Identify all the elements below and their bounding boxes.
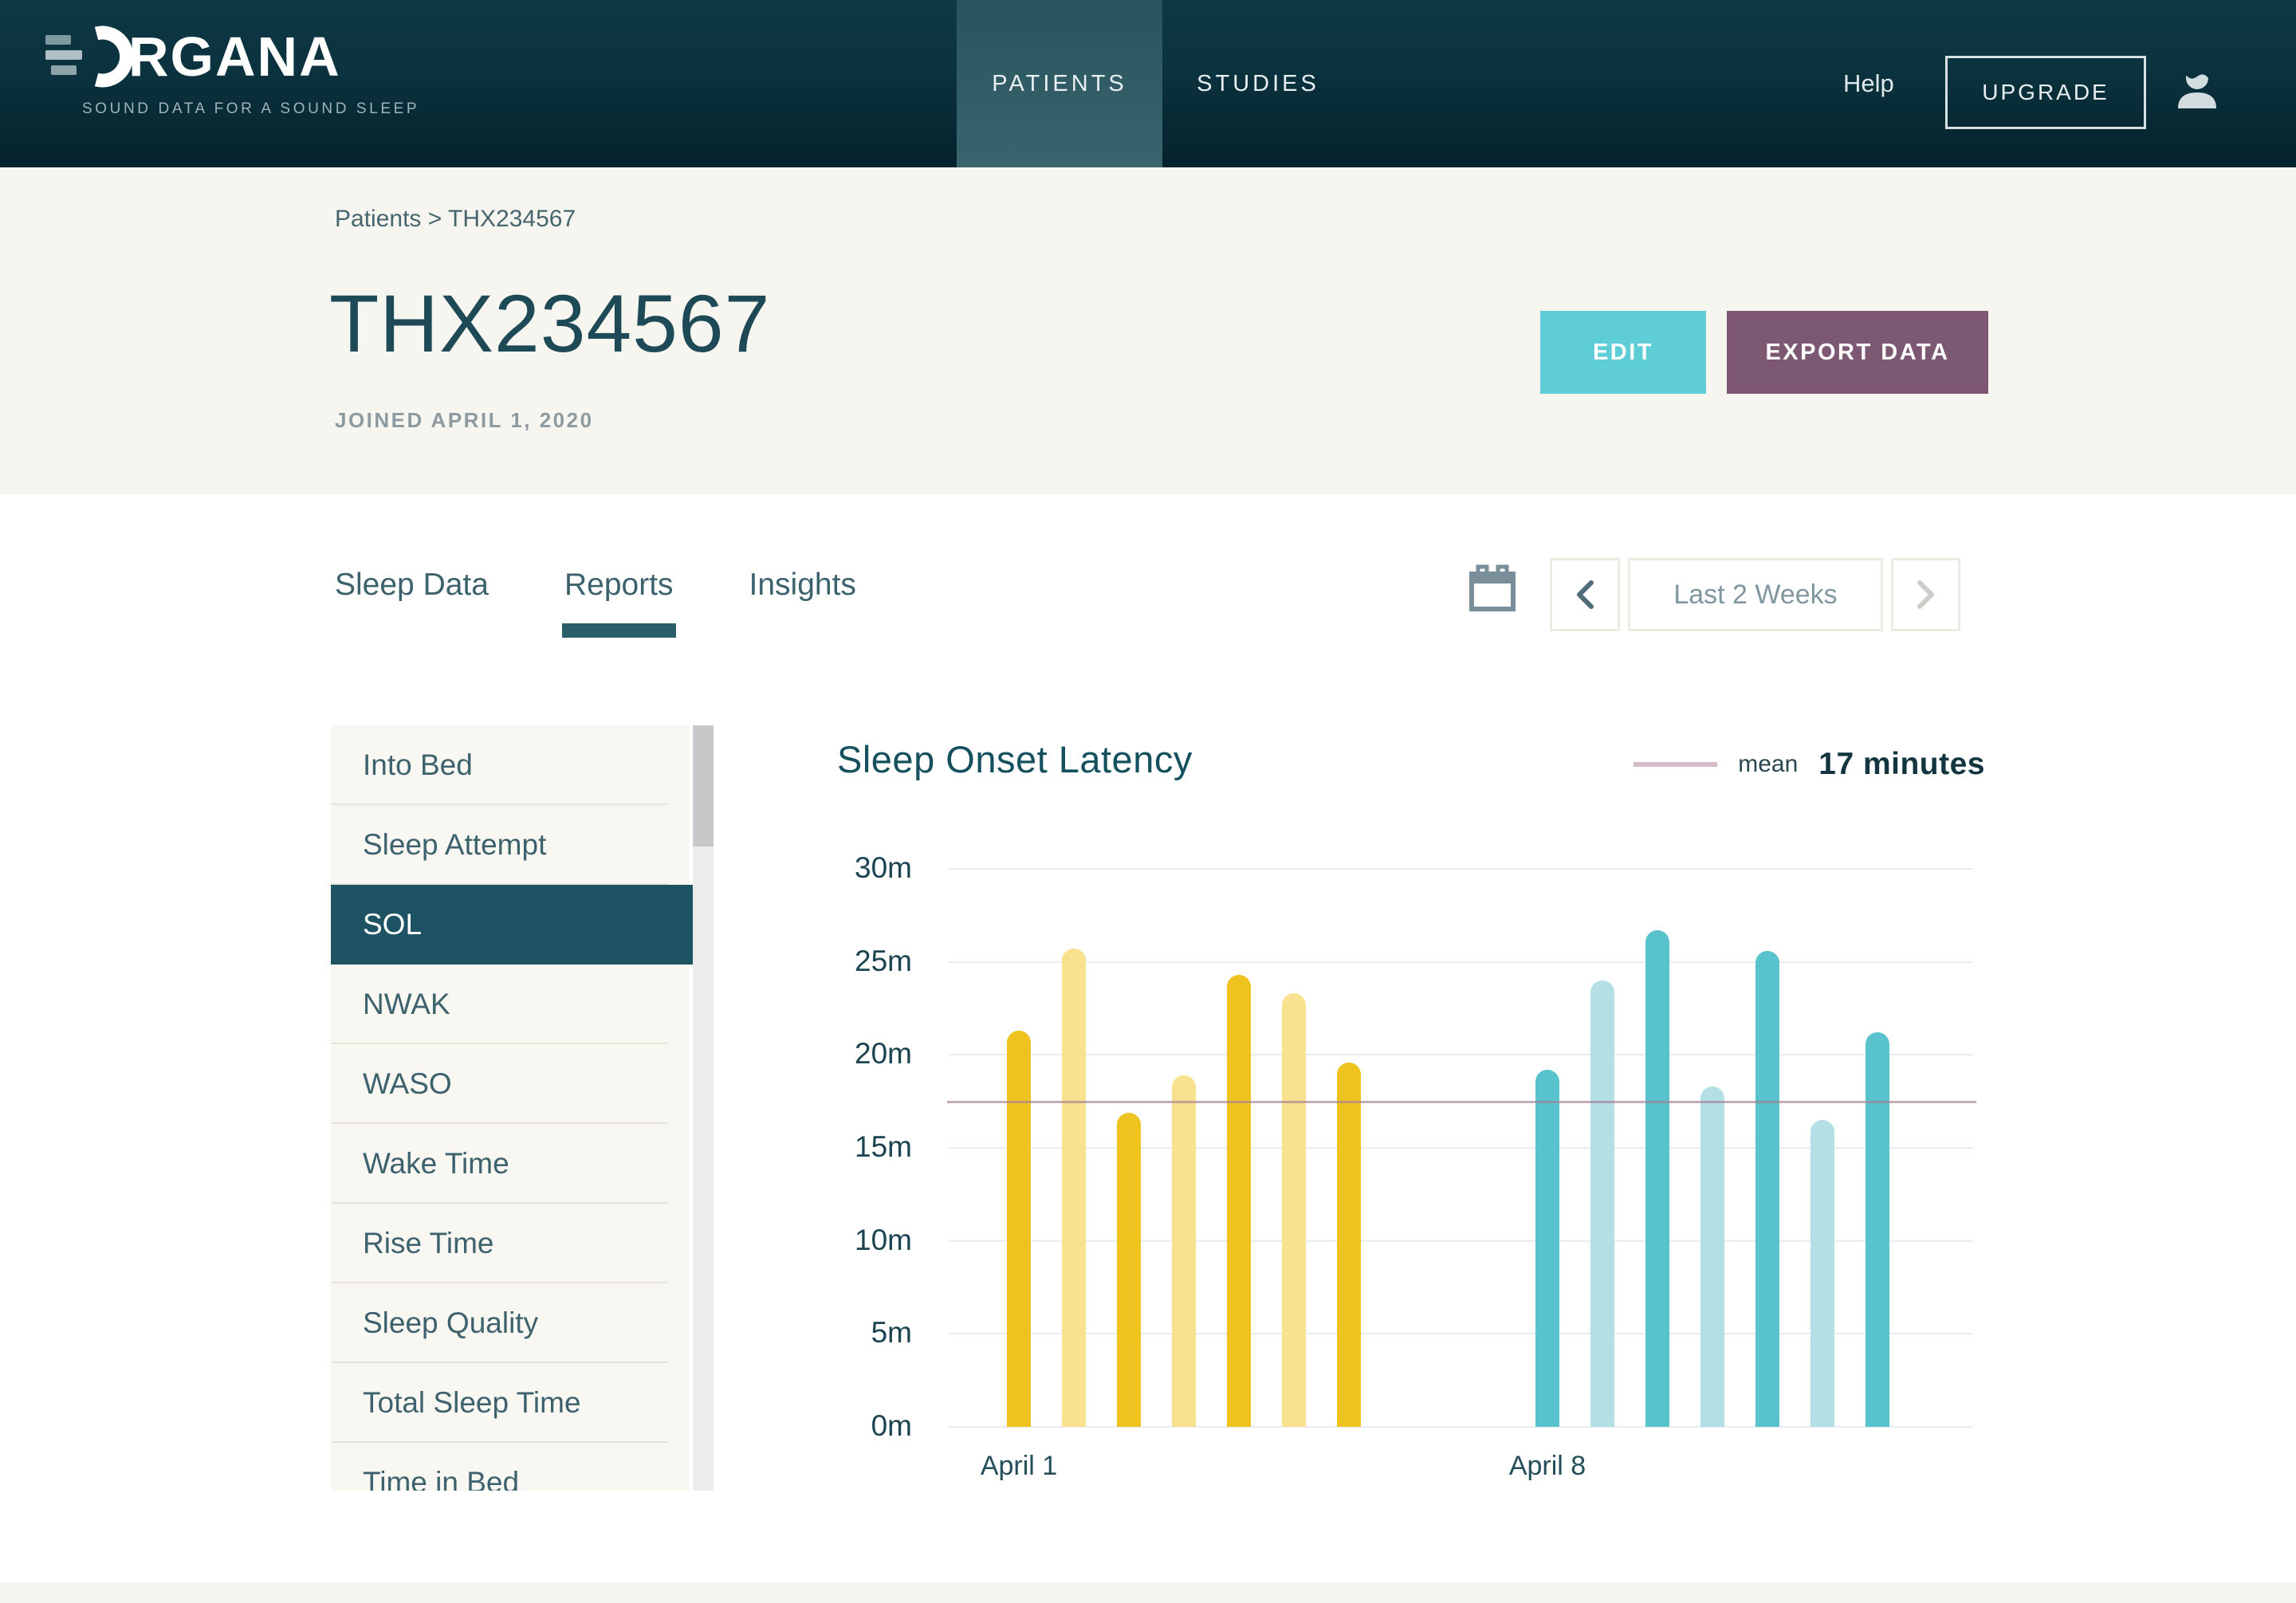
metric-row-sleep-quality[interactable]: Sleep Quality (331, 1283, 690, 1363)
grid-line-25m (949, 961, 1973, 963)
bar-april-1-day6[interactable] (1282, 993, 1306, 1427)
metric-row-sol[interactable]: SOL (331, 885, 693, 965)
bar-april-1-day3[interactable] (1117, 1113, 1141, 1427)
metric-row-rise-time[interactable]: Rise Time (331, 1204, 690, 1283)
patient-header-section: Patients > THX234567 THX234567 JOINED AP… (0, 167, 2296, 494)
chevron-left-icon (1575, 580, 1594, 610)
export-data-button[interactable]: EXPORT DATA (1727, 311, 1988, 394)
nav-tab-patients[interactable]: PATIENTS (957, 0, 1162, 167)
metric-row-into-bed[interactable]: Into Bed (331, 725, 690, 805)
metric-row-label: Total Sleep Time (363, 1386, 581, 1420)
metric-row-label: SOL (363, 908, 422, 941)
top-nav-bar: RGANA SOUND DATA FOR A SOUND SLEEP PATIE… (0, 0, 2296, 167)
mean-line (947, 1101, 1976, 1103)
y-tick-label-20m: 20m (808, 1037, 912, 1071)
user-avatar-icon[interactable] (2175, 62, 2219, 110)
y-tick-label-30m: 30m (808, 851, 912, 885)
metric-row-label: Into Bed (363, 748, 473, 782)
joined-date-label: JOINED APRIL 1, 2020 (335, 408, 594, 433)
upgrade-button[interactable]: UPGRADE (1945, 56, 2146, 129)
mean-line-swatch (1634, 762, 1717, 767)
bar-april-8-day3[interactable] (1645, 930, 1669, 1427)
bar-april-1-day4[interactable] (1172, 1075, 1196, 1427)
metric-list: Into Bed Sleep Attempt SOL NWAK WASO Wake Tim… (331, 725, 714, 1491)
bar-april-8-day1[interactable] (1535, 1070, 1559, 1427)
tab-sleep-data[interactable]: Sleep Data (335, 568, 489, 603)
metric-row-label: Sleep Attempt (363, 828, 546, 862)
y-tick-label-5m: 5m (808, 1316, 912, 1350)
legend-mean-label: mean (1738, 751, 1798, 778)
metric-row-waso[interactable]: WASO (331, 1044, 690, 1124)
x-axis-label-april-1: April 1 (981, 1451, 1057, 1482)
bar-april-8-day5[interactable] (1755, 951, 1779, 1427)
bar-april-8-day6[interactable] (1810, 1120, 1834, 1427)
y-tick-label-10m: 10m (808, 1224, 912, 1257)
chart-legend: mean 17 minutes (1634, 747, 1985, 782)
metric-row-total-sleep-time[interactable]: Total Sleep Time (331, 1363, 690, 1443)
bar-april-8-day2[interactable] (1590, 980, 1614, 1427)
metric-row-label: WASO (363, 1067, 452, 1101)
brand-logo-mark-icon (44, 21, 133, 92)
grid-line-20m (949, 1054, 1973, 1055)
date-next-button[interactable] (1891, 558, 1960, 631)
chevron-right-icon (1917, 580, 1936, 610)
footer-strip (0, 1582, 2296, 1603)
primary-nav: PATIENTSSTUDIES (957, 0, 1354, 167)
brand-logo[interactable]: RGANA SOUND DATA FOR A SOUND SLEEP (44, 21, 419, 118)
y-tick-label-25m: 25m (808, 945, 912, 978)
date-range-controls: Last 2 Weeks (1550, 558, 1960, 631)
tab-insights[interactable]: Insights (749, 568, 856, 603)
metric-row-label: Time in Bed (363, 1466, 519, 1491)
date-prev-button[interactable] (1550, 558, 1620, 631)
bar-april-8-day7[interactable] (1866, 1032, 1889, 1427)
brand-tagline: SOUND DATA FOR A SOUND SLEEP (82, 100, 419, 118)
sol-chart: Sleep Onset Latency mean 17 minutes 0m5m… (837, 721, 1989, 1519)
bar-april-1-day7[interactable] (1337, 1063, 1361, 1427)
bar-april-1-day2[interactable] (1062, 949, 1086, 1427)
bar-april-1-day1[interactable] (1007, 1031, 1031, 1427)
date-range-label[interactable]: Last 2 Weeks (1628, 558, 1883, 631)
report-content-section: Sleep Data Reports Insights Last 2 Weeks (0, 494, 2296, 1582)
page-title: THX234567 (329, 277, 770, 371)
nav-tab-studies[interactable]: STUDIES (1162, 0, 1354, 167)
scrollbar-thumb[interactable] (693, 725, 714, 847)
scrollbar-track[interactable] (693, 725, 714, 1491)
edit-button[interactable]: EDIT (1540, 311, 1706, 394)
chart-title: Sleep Onset Latency (837, 737, 1193, 781)
metric-row-label: Rise Time (363, 1227, 493, 1260)
calendar-icon[interactable] (1469, 564, 1516, 614)
tab-reports[interactable]: Reports (564, 568, 674, 603)
help-link[interactable]: Help (1843, 0, 1894, 167)
bar-april-1-day5[interactable] (1227, 975, 1251, 1427)
legend-mean-value: 17 minutes (1818, 747, 1985, 782)
bar-april-8-day4[interactable] (1700, 1086, 1724, 1427)
metric-row-time-in-bed[interactable]: Time in Bed (331, 1443, 690, 1491)
brand-name: RGANA (128, 29, 341, 84)
breadcrumb[interactable]: Patients > THX234567 (335, 206, 576, 233)
x-axis-label-april-8: April 8 (1509, 1451, 1586, 1482)
y-tick-label-0m: 0m (808, 1409, 912, 1443)
metric-row-label: NWAK (363, 988, 450, 1021)
metric-row-sleep-attempt[interactable]: Sleep Attempt (331, 805, 690, 885)
y-tick-label-15m: 15m (808, 1130, 912, 1164)
metric-row-label: Wake Time (363, 1147, 509, 1181)
metric-row-label: Sleep Quality (363, 1306, 538, 1340)
plot-area: 0m5m10m15m20m25m30mApril 1April 8 (949, 869, 1973, 1427)
metric-rows: Into Bed Sleep Attempt SOL NWAK WASO Wake Tim… (331, 725, 714, 1491)
grid-line-30m (949, 868, 1973, 870)
metric-row-wake-time[interactable]: Wake Time (331, 1124, 690, 1204)
metric-row-nwak[interactable]: NWAK (331, 965, 690, 1044)
app: RGANA SOUND DATA FOR A SOUND SLEEP PATIE… (0, 0, 2296, 1603)
report-tabs: Sleep Data Reports Insights (335, 568, 856, 603)
